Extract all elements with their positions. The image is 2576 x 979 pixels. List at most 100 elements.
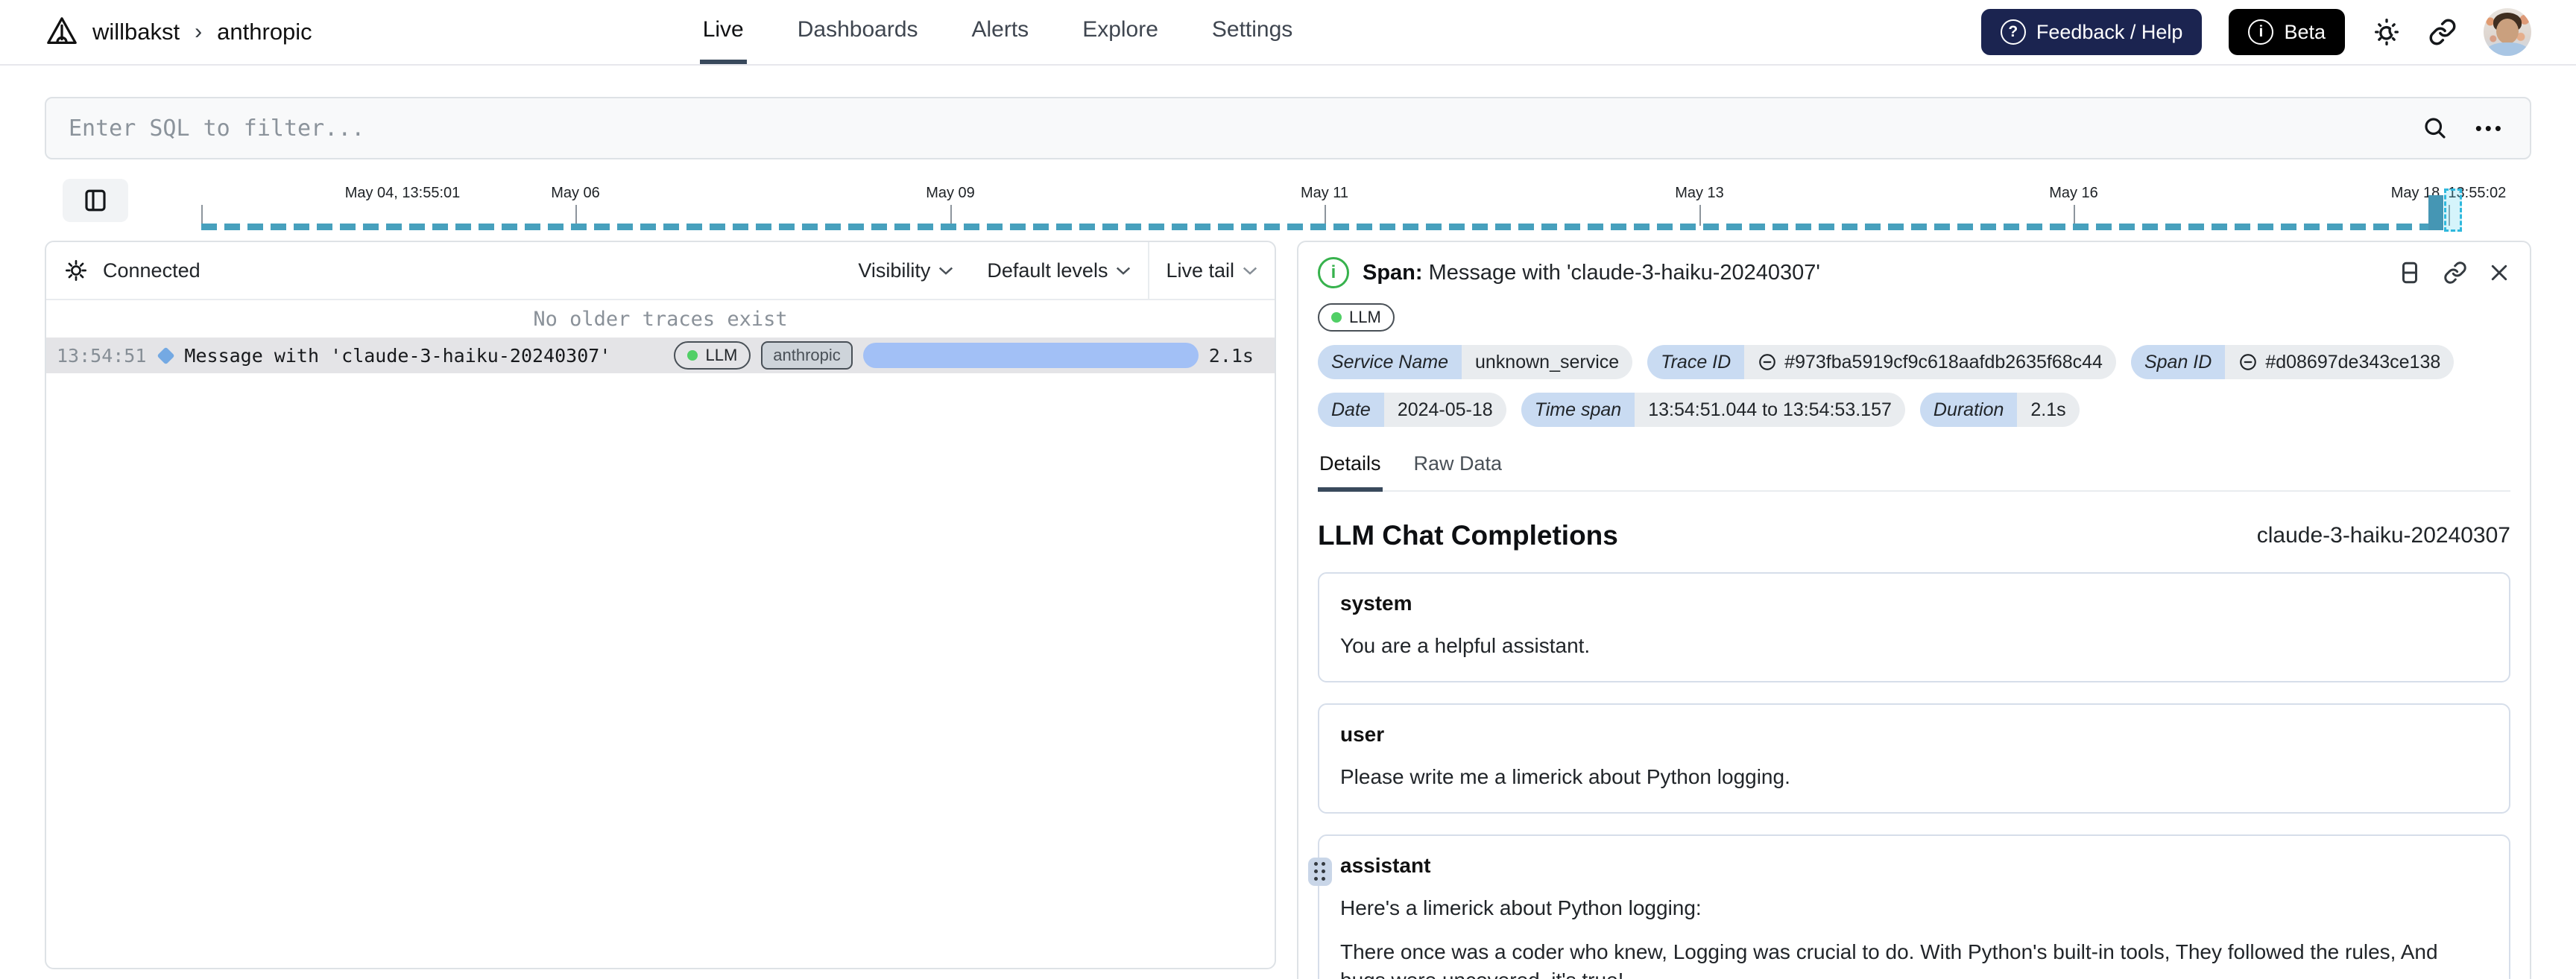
breadcrumb-org[interactable]: willbakst bbox=[92, 19, 180, 45]
tick-label: May 04, 13:55:01 bbox=[344, 185, 461, 201]
sql-filter-input[interactable] bbox=[46, 98, 2422, 158]
green-dot-icon bbox=[687, 350, 698, 361]
llm-badge-label: LLM bbox=[705, 346, 738, 364]
tick-label: May 16 bbox=[2049, 185, 2098, 201]
llm-badge-label: LLM bbox=[1349, 308, 1381, 326]
main-nav-tabs: Live Dashboards Alerts Explore Settings bbox=[699, 0, 1296, 64]
split-panel-icon bbox=[2402, 262, 2417, 284]
message-card-system: system You are a helpful assistant. bbox=[1318, 572, 2510, 682]
visibility-label: Visibility bbox=[858, 259, 931, 282]
beta-button[interactable]: i Beta bbox=[2229, 9, 2345, 55]
user-avatar[interactable] bbox=[2484, 8, 2531, 56]
tick-mark bbox=[1699, 205, 1701, 226]
duration-bar bbox=[862, 343, 1199, 368]
avatar-shirt bbox=[2487, 42, 2528, 56]
tab-explore[interactable]: Explore bbox=[1079, 0, 1161, 64]
traces-panel-header: Connected Visibility Default levels Live… bbox=[46, 242, 1275, 300]
message-card-user: user Please write me a limerick about Py… bbox=[1318, 703, 2510, 814]
tab-alerts[interactable]: Alerts bbox=[969, 0, 1032, 64]
span-badges: LLM bbox=[1318, 303, 2510, 332]
llm-badge: LLM bbox=[1318, 303, 1395, 332]
tab-details[interactable]: Details bbox=[1318, 452, 1383, 492]
chain-link-icon bbox=[2428, 18, 2457, 46]
breadcrumb: willbakst › anthropic bbox=[45, 0, 312, 64]
message-role: assistant bbox=[1340, 853, 1431, 877]
more-options-icon[interactable]: ••• bbox=[2475, 118, 2504, 138]
span-title: Span: Message with 'claude-3-haiku-20240… bbox=[1363, 261, 1820, 285]
tick-mark bbox=[2074, 205, 2075, 226]
duration-value: 2.1s bbox=[2017, 393, 2080, 427]
info-circle-icon: i bbox=[2248, 19, 2274, 45]
tab-raw-data[interactable]: Raw Data bbox=[1412, 452, 1504, 492]
message-content: You are a helpful assistant. bbox=[1340, 634, 1591, 657]
span-header: i Span: Message with 'claude-3-haiku-202… bbox=[1318, 257, 2510, 288]
tick-label: May 11 bbox=[1300, 185, 1349, 201]
sidebar-icon bbox=[82, 187, 109, 214]
chain-link-icon bbox=[1759, 354, 1776, 370]
date-value: 2024-05-18 bbox=[1383, 393, 1506, 427]
question-circle-icon: ? bbox=[2000, 19, 2026, 45]
time-span-pill: Time span 13:54:51.044 to 13:54:53.157 bbox=[1521, 393, 1905, 427]
tab-live[interactable]: Live bbox=[699, 0, 747, 64]
lilypad-logo-icon[interactable] bbox=[45, 13, 79, 51]
breadcrumb-project[interactable]: anthropic bbox=[217, 19, 312, 45]
trace-message: Message with 'claude-3-haiku-20240307' bbox=[184, 344, 611, 367]
tab-dashboards[interactable]: Dashboards bbox=[795, 0, 921, 64]
message-content: Here's a limerick about Python logging: bbox=[1340, 896, 1702, 919]
duration-pill: Duration 2.1s bbox=[1919, 393, 2080, 427]
breadcrumb-separator-icon: › bbox=[195, 19, 203, 44]
histogram-baseline-bars bbox=[201, 224, 2430, 230]
date-pill: Date 2024-05-18 bbox=[1318, 393, 1506, 427]
time-range-selection[interactable] bbox=[2444, 188, 2462, 232]
span-title-text: Message with 'claude-3-haiku-20240307' bbox=[1428, 260, 1820, 285]
beta-label: Beta bbox=[2284, 20, 2326, 43]
default-levels-label: Default levels bbox=[987, 259, 1108, 282]
sql-filter-box: ••• bbox=[45, 97, 2531, 159]
span-diamond-icon bbox=[157, 346, 175, 365]
panel-resize-handle[interactable] bbox=[1308, 858, 1332, 886]
traces-panel: Connected Visibility Default levels Live… bbox=[45, 241, 1276, 969]
time-histogram[interactable]: May 04, 13:55:01 May 06 May 09 May 11 Ma… bbox=[201, 171, 2531, 232]
tab-settings[interactable]: Settings bbox=[1209, 0, 1295, 64]
message-role: system bbox=[1340, 592, 1412, 615]
trace-row[interactable]: 13:54:51 Message with 'claude-3-haiku-20… bbox=[46, 338, 1275, 373]
default-levels-dropdown[interactable]: Default levels bbox=[970, 242, 1148, 299]
trace-id-pill[interactable]: Trace ID #973fba5919cf9c618aafdb2635f68c… bbox=[1647, 345, 2116, 379]
trace-timestamp: 13:54:51 bbox=[57, 344, 147, 367]
chevron-down-icon bbox=[1243, 267, 1257, 275]
close-panel-button[interactable] bbox=[2488, 262, 2510, 284]
share-link-button[interactable] bbox=[2428, 18, 2457, 46]
connection-status: Connected bbox=[64, 259, 201, 282]
chain-link-icon bbox=[2240, 354, 2257, 370]
chevron-down-icon bbox=[1117, 267, 1131, 275]
tab-alerts-label: Alerts bbox=[971, 17, 1029, 42]
sidebar-toggle-button[interactable] bbox=[63, 179, 128, 222]
moon-rays-icon bbox=[2372, 17, 2402, 47]
time-span-label: Time span bbox=[1521, 393, 1635, 427]
span-id-value: #d08697de343ce138 bbox=[2265, 351, 2441, 373]
search-icon[interactable] bbox=[2422, 115, 2449, 142]
visibility-dropdown[interactable]: Visibility bbox=[842, 242, 970, 299]
feedback-help-button[interactable]: ? Feedback / Help bbox=[1980, 9, 2203, 55]
service-name-value: unknown_service bbox=[1462, 345, 1633, 379]
tab-settings-label: Settings bbox=[1211, 17, 1293, 42]
llm-badge: LLM bbox=[674, 341, 751, 370]
filter-actions: ••• bbox=[2422, 115, 2530, 142]
copy-span-link-button[interactable] bbox=[2443, 261, 2467, 285]
gear-icon[interactable] bbox=[64, 259, 88, 282]
tab-explore-label: Explore bbox=[1082, 17, 1158, 42]
histogram-spike-bar bbox=[2428, 195, 2443, 230]
span-id-pill[interactable]: Span ID #d08697de343ce138 bbox=[2130, 345, 2455, 379]
section-title: LLM Chat Completions bbox=[1318, 520, 1618, 551]
theme-toggle-button[interactable] bbox=[2372, 17, 2402, 47]
tick-mark bbox=[201, 205, 203, 226]
live-tail-dropdown[interactable]: Live tail bbox=[1149, 242, 1275, 299]
trace-id-value: #973fba5919cf9c618aafdb2635f68c44 bbox=[1784, 351, 2103, 373]
split-view-button[interactable] bbox=[2397, 260, 2422, 285]
span-header-actions bbox=[2397, 260, 2510, 285]
tab-live-label: Live bbox=[702, 17, 744, 42]
span-id-label: Span ID bbox=[2130, 345, 2226, 379]
no-older-traces-message: No older traces exist bbox=[533, 307, 788, 331]
tick-mark bbox=[1325, 205, 1326, 226]
nav-actions: ? Feedback / Help i Beta bbox=[1980, 0, 2531, 64]
